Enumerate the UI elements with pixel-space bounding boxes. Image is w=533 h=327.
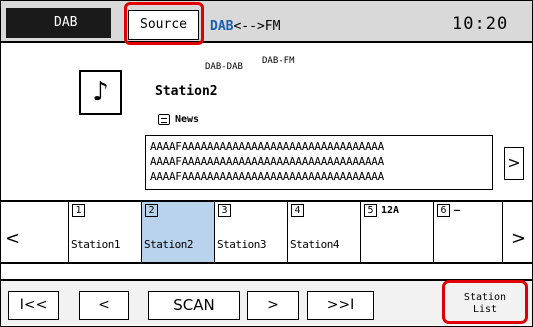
preset-next-arrow-icon[interactable]: > [511, 228, 526, 249]
preset-2[interactable]: 2 Station2 [141, 202, 214, 262]
preset-value: 12A [381, 205, 400, 216]
source-highlight-box [124, 2, 204, 45]
scan-button[interactable]: SCAN [148, 291, 240, 320]
dls-more-button[interactable]: > [504, 147, 524, 180]
preset-1[interactable]: 1 Station1 [68, 202, 141, 262]
dab-fm-toggle-dab: DAB [210, 19, 234, 34]
station-list-highlight-box [442, 280, 528, 324]
preset-prev-arrow-icon[interactable]: < [5, 228, 20, 249]
news-icon [158, 114, 170, 125]
preset-station-name: Station2 [144, 238, 193, 251]
skip-forward-button[interactable]: >>I [307, 291, 374, 320]
preset-value: — [454, 205, 461, 216]
pty-label: News [175, 114, 200, 125]
dab-fm-toggle-fm: <-->FM [233, 19, 281, 34]
preset-strip-divider [502, 202, 503, 262]
preset-station-name: Station4 [290, 238, 339, 251]
skip-back-button[interactable]: I<< [8, 291, 59, 320]
preset-5[interactable]: 5 12A [360, 202, 433, 262]
preset-number: 1 [72, 204, 85, 217]
dab-fm-label: DAB-FM [262, 56, 295, 66]
preset-number: 5 [364, 204, 377, 217]
dls-text-box: AAAAFAAAAAAAAAAAAAAAAAAAAAAAAAAAAAAAA AA… [145, 135, 493, 190]
prev-button[interactable]: < [79, 291, 129, 320]
preset-number: 4 [291, 204, 304, 217]
mode-tab-dab[interactable]: DAB [6, 8, 111, 38]
station-name: Station2 [155, 84, 218, 99]
preset-3[interactable]: 3 Station3 [214, 202, 287, 262]
preset-6[interactable]: 6 — [433, 202, 506, 262]
preset-station-name: Station3 [217, 238, 266, 251]
music-note-icon: ♪ [79, 70, 122, 115]
preset-station-name: Station1 [71, 238, 120, 251]
dab-fm-toggle[interactable]: DAB<-->FM [210, 19, 280, 34]
clock: 10:20 [452, 14, 509, 34]
dls-line: AAAAFAAAAAAAAAAAAAAAAAAAAAAAAAAAAAAAA [150, 170, 384, 183]
preset-number: 6 [437, 204, 450, 217]
dls-line: AAAAFAAAAAAAAAAAAAAAAAAAAAAAAAAAAAAAA [150, 155, 384, 168]
next-button[interactable]: > [247, 291, 299, 320]
preset-4[interactable]: 4 Station4 [287, 202, 360, 262]
preset-number: 2 [145, 204, 158, 217]
dab-dab-label: DAB-DAB [205, 62, 243, 72]
dls-line: AAAAFAAAAAAAAAAAAAAAAAAAAAAAAAAAAAAAA [150, 140, 384, 153]
preset-number: 3 [218, 204, 231, 217]
